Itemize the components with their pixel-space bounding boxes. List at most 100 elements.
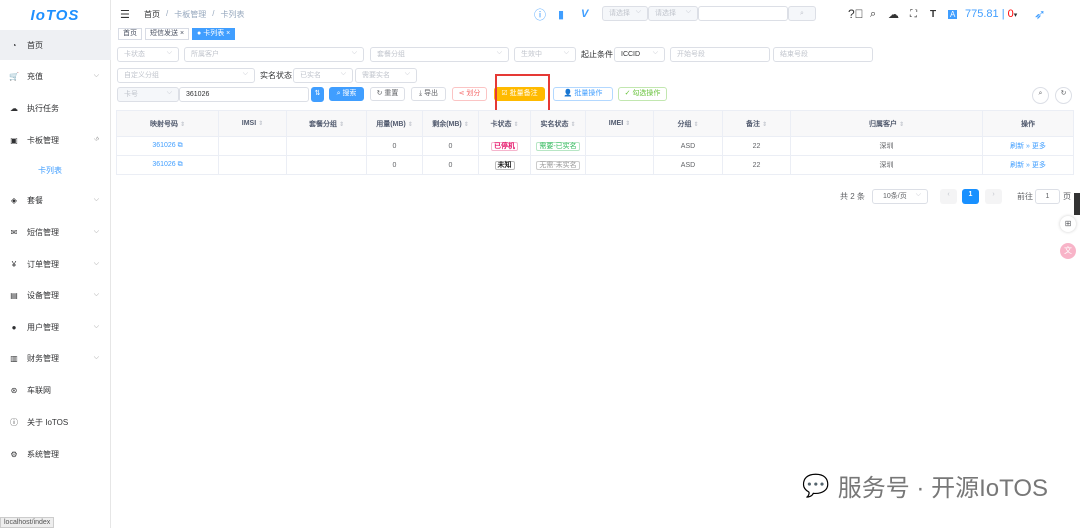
- swap-button[interactable]: ⇅: [311, 87, 324, 102]
- sort-icon[interactable]: ⇕: [408, 122, 413, 128]
- sidebar-item-9[interactable]: ● 用户管理 ⌵: [0, 312, 111, 342]
- toggle-search-button[interactable]: ⌕: [1032, 87, 1049, 104]
- imei-cell: [585, 155, 654, 175]
- cloud-icon[interactable]: ☁: [888, 8, 899, 21]
- effective-select[interactable]: 生效中: [514, 46, 576, 62]
- column-header[interactable]: 卡状态 ⇕: [478, 110, 531, 137]
- package-group-select[interactable]: 套餐分组: [370, 46, 509, 62]
- sidebar-item-10[interactable]: ▥ 财务管理 ⌵: [0, 343, 111, 373]
- column-header[interactable]: 套餐分组 ⇕: [286, 110, 367, 137]
- column-header[interactable]: 用量(MB) ⇕: [366, 110, 423, 137]
- fullscreen-icon[interactable]: ⛶: [910, 9, 917, 20]
- more-link[interactable]: » 更多: [1026, 162, 1046, 169]
- copy-icon[interactable]: ⧉: [178, 161, 183, 168]
- header-select-2[interactable]: 请选择: [648, 5, 698, 21]
- column-header[interactable]: 操作: [982, 110, 1074, 137]
- breadcrumb-home[interactable]: 首页: [144, 9, 160, 20]
- value-input[interactable]: 361026: [179, 87, 309, 102]
- column-header[interactable]: 映射号码 ⇕: [116, 110, 219, 137]
- side-widget-1[interactable]: ⊞: [1060, 216, 1076, 232]
- sidebar-item-4[interactable]: 卡列表: [0, 155, 111, 185]
- font-size-icon[interactable]: T: [930, 9, 936, 20]
- hamburger-icon[interactable]: ☰: [120, 8, 130, 21]
- sidebar-item-11[interactable]: ⊛ 车联网: [0, 375, 111, 405]
- sidebar-item-0[interactable]: ◔ 首页: [0, 30, 111, 60]
- column-header[interactable]: 归属客户 ⇕: [790, 110, 983, 137]
- question-icon[interactable]: ?⃝: [848, 7, 864, 21]
- doc-icon[interactable]: ▮: [558, 8, 564, 21]
- header-select-1[interactable]: 请选择: [602, 5, 648, 21]
- sort-icon[interactable]: ⇕: [762, 122, 767, 128]
- reset-button[interactable]: ↻ 重置: [370, 87, 405, 101]
- realname-select[interactable]: 已实名: [293, 67, 353, 83]
- realname-badge: 需要-已实名: [536, 142, 580, 151]
- need-realname-select[interactable]: 需要实名: [355, 67, 417, 83]
- sort-icon[interactable]: ⇕: [258, 121, 263, 127]
- sidebar-item-6[interactable]: ✉ 短信管理 ⌵: [0, 217, 111, 247]
- sort-icon[interactable]: ⇕: [625, 121, 630, 127]
- copy-icon[interactable]: ⧉: [178, 142, 183, 149]
- sort-icon[interactable]: ⇕: [570, 122, 575, 128]
- refresh-link[interactable]: 刷新: [1010, 143, 1024, 150]
- key-select[interactable]: 卡号: [117, 86, 179, 102]
- translate-icon[interactable]: A: [948, 9, 958, 19]
- sort-icon[interactable]: ⇕: [899, 122, 904, 128]
- card-number-link[interactable]: 361026: [152, 161, 175, 168]
- column-header[interactable]: 实名状态 ⇕: [530, 110, 586, 137]
- tag-card-list[interactable]: ● 卡列表 ×: [192, 28, 236, 40]
- sidebar-item-label: 首页: [27, 40, 43, 50]
- column-header[interactable]: IMSI ⇕: [218, 110, 287, 137]
- card-status-select[interactable]: 卡状态: [117, 46, 179, 62]
- sidebar-item-8[interactable]: ▤ 设备管理 ⌵: [0, 280, 111, 310]
- sidebar-item-5[interactable]: ◈ 套餐 ⌵: [0, 185, 111, 215]
- search-button[interactable]: ⌕ 搜索: [329, 87, 364, 101]
- column-header[interactable]: 剩余(MB) ⇕: [422, 110, 479, 137]
- sidebar-item-13[interactable]: ⚙ 系统管理: [0, 439, 111, 469]
- page-size-select[interactable]: 10条/页: [872, 188, 928, 204]
- sidebar-item-7[interactable]: ¥ 订单管理 ⌵: [0, 249, 111, 279]
- customer-select[interactable]: 所属客户: [184, 46, 364, 62]
- batch-op-button[interactable]: 👤 批量操作: [553, 87, 613, 101]
- tag-home[interactable]: 首页: [118, 28, 142, 40]
- header-search-button[interactable]: ⌕: [788, 6, 816, 21]
- sort-icon[interactable]: ⇕: [464, 122, 469, 128]
- vip-icon[interactable]: V: [581, 8, 588, 20]
- refresh-button[interactable]: ↻: [1055, 87, 1072, 104]
- side-dark-tab[interactable]: [1074, 193, 1080, 215]
- refresh-link[interactable]: 刷新: [1010, 162, 1024, 169]
- sort-icon[interactable]: ⇕: [180, 122, 185, 128]
- end-input[interactable]: 结束号段: [773, 47, 873, 62]
- balance[interactable]: 775.81 | 0▾: [965, 8, 1017, 20]
- more-link[interactable]: » 更多: [1026, 143, 1046, 150]
- sort-icon[interactable]: ⇕: [513, 122, 518, 128]
- column-header[interactable]: IMEI ⇕: [585, 110, 654, 137]
- sort-icon[interactable]: ⇕: [339, 122, 344, 128]
- sidebar-item-3[interactable]: ▣ 卡板管理 ⌵ ^: [0, 125, 111, 155]
- card-number-link[interactable]: 361026: [152, 142, 175, 149]
- help-icon[interactable]: ⓘ: [534, 6, 546, 23]
- range-type-select[interactable]: ICCID: [614, 46, 665, 62]
- header-search-input[interactable]: [698, 6, 788, 21]
- sidebar-item-12[interactable]: ⓘ 关于 IoTOS: [0, 407, 111, 437]
- custom-group-select[interactable]: 自定义分组: [117, 67, 255, 83]
- column-header[interactable]: 备注 ⇕: [722, 110, 791, 137]
- breadcrumb-card[interactable]: 卡板管理: [174, 9, 206, 20]
- sidebar-item-1[interactable]: 🛒 充值 ⌵: [0, 61, 111, 91]
- export-button[interactable]: ⤓ 导出: [411, 87, 446, 101]
- prev-page-button[interactable]: ‹: [940, 189, 957, 204]
- realname-badge: 无需-未实名: [536, 161, 580, 170]
- goto-input[interactable]: 1: [1035, 189, 1060, 204]
- avatar[interactable]: ➶: [1034, 6, 1046, 23]
- sidebar-item-label: 订单管理: [27, 259, 59, 269]
- divide-button[interactable]: ⋖ 划分: [452, 87, 487, 101]
- sort-icon[interactable]: ⇕: [693, 122, 698, 128]
- column-header[interactable]: 分组 ⇕: [653, 110, 723, 137]
- search-icon[interactable]: ⌕: [870, 8, 876, 21]
- tag-sms[interactable]: 短信发送 ×: [145, 28, 190, 40]
- page-1-button[interactable]: 1: [962, 189, 979, 204]
- check-op-button[interactable]: ✓ 勾选操作: [618, 87, 667, 101]
- sidebar-item-2[interactable]: ☁ 执行任务: [0, 93, 111, 123]
- next-page-button[interactable]: ›: [985, 189, 1002, 204]
- start-input[interactable]: 开始号段: [670, 47, 770, 62]
- side-widget-2[interactable]: 文: [1060, 243, 1076, 259]
